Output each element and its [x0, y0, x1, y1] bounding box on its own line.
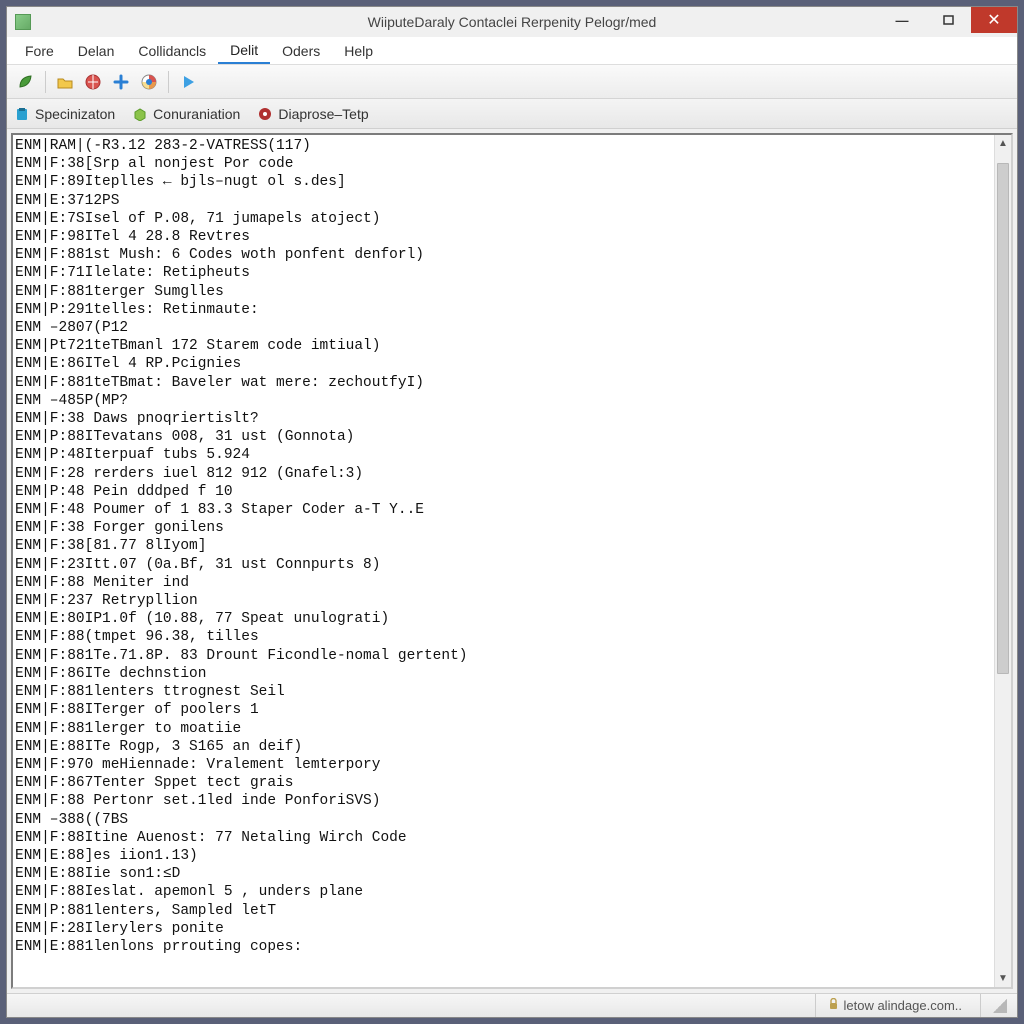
close-button[interactable]: ✕: [971, 7, 1017, 33]
tabbar: Specinizaton Conuraniation Diaprose–Tetp: [7, 99, 1017, 129]
tab-label: Conuraniation: [153, 106, 240, 122]
toolbar: [7, 65, 1017, 99]
scroll-thumb[interactable]: [997, 163, 1009, 674]
clipboard-icon: [15, 107, 29, 121]
menu-help[interactable]: Help: [332, 37, 385, 64]
titlebar: WiiputeDaraly Contaclei Rerpenity Pelogr…: [7, 7, 1017, 37]
menubar: Fore Delan Collidancls Delit Oders Help: [7, 37, 1017, 65]
resize-grip[interactable]: [993, 999, 1007, 1013]
plus-icon[interactable]: [108, 69, 134, 95]
toolbar-separator: [168, 71, 169, 93]
lock-icon: [828, 998, 839, 1013]
console-output[interactable]: ENM|RAM|(-R3.12 283-2-VATRESS(117) ENM|F…: [13, 135, 994, 987]
globe-red-icon[interactable]: [80, 69, 106, 95]
content-area: ENM|RAM|(-R3.12 283-2-VATRESS(117) ENM|F…: [7, 129, 1017, 993]
menu-oders[interactable]: Oders: [270, 37, 332, 64]
menu-delit[interactable]: Delit: [218, 37, 270, 64]
play-icon[interactable]: [175, 69, 201, 95]
console-panel: ENM|RAM|(-R3.12 283-2-VATRESS(117) ENM|F…: [11, 133, 1013, 989]
leaf-icon[interactable]: [13, 69, 39, 95]
disc-icon: [258, 107, 272, 121]
app-icon: [15, 14, 31, 30]
box-icon: [133, 107, 147, 121]
toolbar-separator: [45, 71, 46, 93]
menu-delan[interactable]: Delan: [66, 37, 127, 64]
maximize-button[interactable]: [925, 7, 971, 33]
scroll-up-arrow[interactable]: ▲: [995, 135, 1011, 152]
globe-color-icon[interactable]: [136, 69, 162, 95]
minimize-button[interactable]: —: [879, 7, 925, 33]
tab-label: Specinizaton: [35, 106, 115, 122]
scroll-down-arrow[interactable]: ▼: [995, 970, 1011, 987]
resize-grip-cell: [980, 994, 1007, 1017]
tab-specinizaton[interactable]: Specinizaton: [15, 106, 115, 122]
statusbar: letow alindage.com..: [7, 993, 1017, 1017]
menu-fore[interactable]: Fore: [13, 37, 66, 64]
tab-diaprose[interactable]: Diaprose–Tetp: [258, 106, 368, 122]
window-controls: — ✕: [879, 7, 1017, 37]
folder-icon[interactable]: [52, 69, 78, 95]
window-title: WiiputeDaraly Contaclei Rerpenity Pelogr…: [7, 14, 1017, 30]
tab-label: Diaprose–Tetp: [278, 106, 368, 122]
app-window: WiiputeDaraly Contaclei Rerpenity Pelogr…: [6, 6, 1018, 1018]
status-text: letow alindage.com..: [843, 998, 962, 1013]
status-link[interactable]: letow alindage.com..: [815, 994, 974, 1017]
vertical-scrollbar[interactable]: ▲ ▼: [994, 135, 1011, 987]
tab-conuraniation[interactable]: Conuraniation: [133, 106, 240, 122]
menu-collidancls[interactable]: Collidancls: [126, 37, 218, 64]
